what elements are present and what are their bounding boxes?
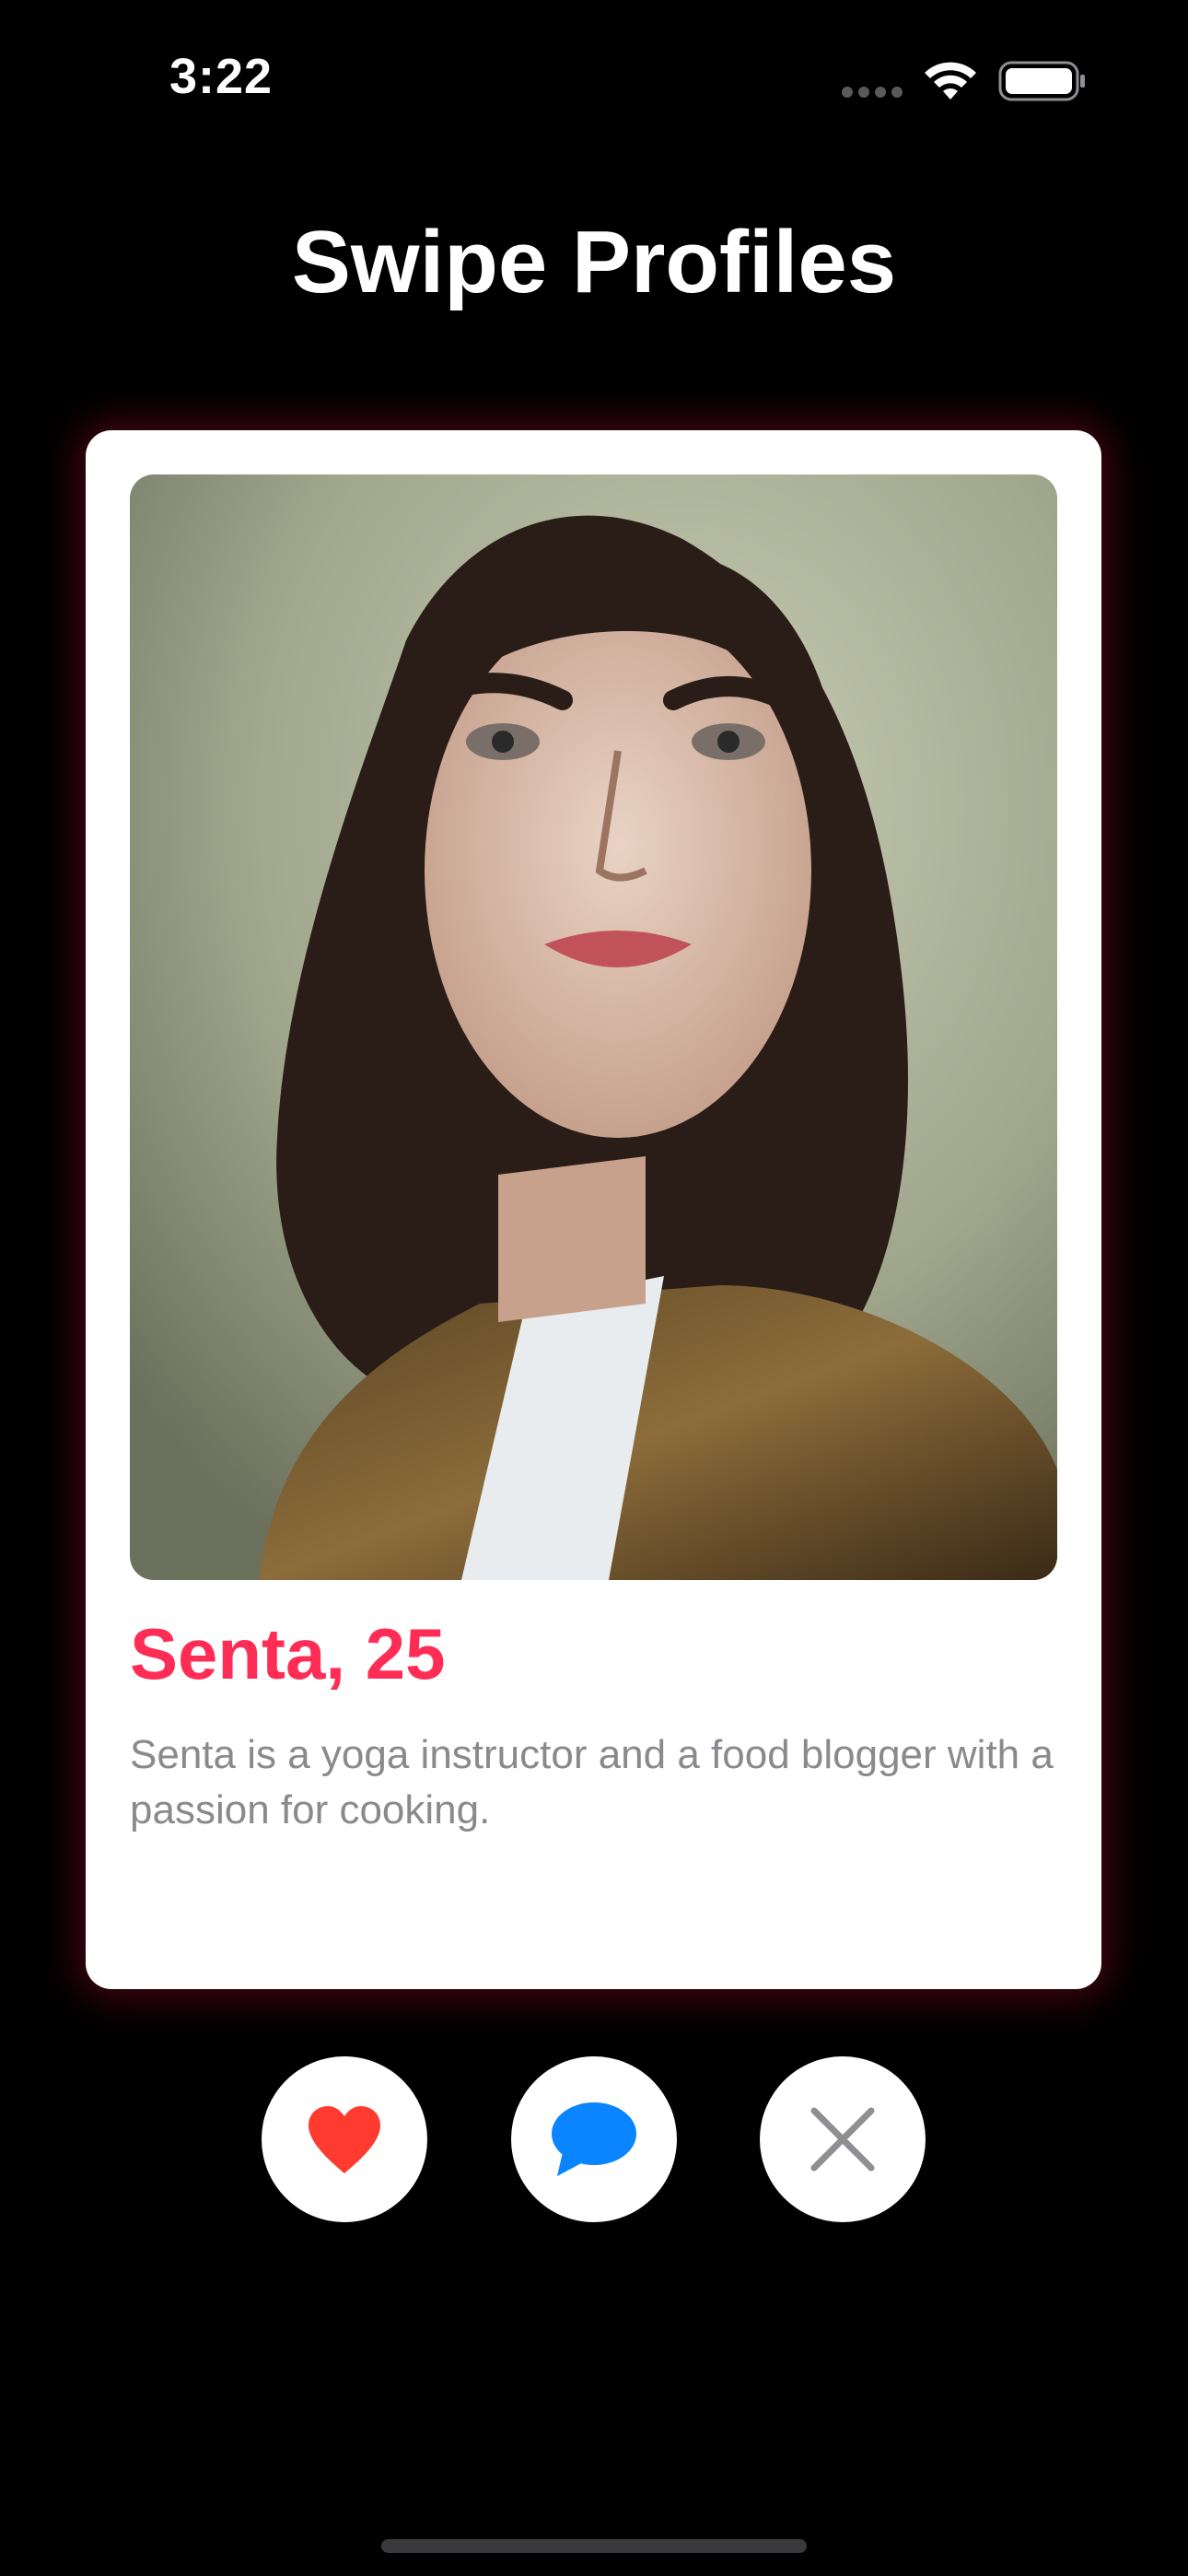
status-bar: 3:22 bbox=[0, 0, 1188, 157]
cellular-signal-icon bbox=[842, 87, 906, 98]
heart-icon bbox=[309, 2106, 380, 2173]
profile-name: Senta, 25 bbox=[130, 1613, 446, 1694]
status-time: 3:22 bbox=[169, 49, 274, 104]
dismiss-button[interactable] bbox=[760, 2056, 926, 2222]
like-button[interactable] bbox=[262, 2056, 427, 2222]
page-title: Swipe Profiles bbox=[291, 213, 897, 311]
message-bubble-icon bbox=[552, 2102, 636, 2176]
home-indicator[interactable] bbox=[381, 2539, 807, 2553]
profile-bio: Senta is a yoga instructor and a food bl… bbox=[130, 1732, 1054, 1832]
profile-photo bbox=[130, 474, 1057, 1580]
battery-icon bbox=[998, 61, 1085, 101]
profile-card[interactable]: Senta, 25 Senta is a yoga instructor and… bbox=[86, 430, 1101, 1989]
portrait-image bbox=[130, 474, 1057, 1580]
close-icon bbox=[810, 2107, 875, 2172]
message-button[interactable] bbox=[511, 2056, 677, 2222]
wifi-icon bbox=[925, 62, 976, 100]
